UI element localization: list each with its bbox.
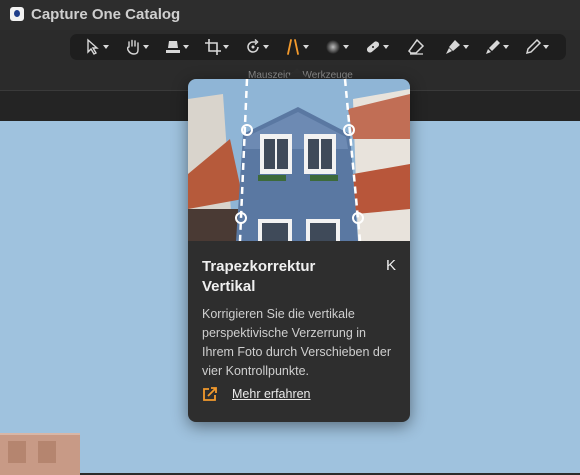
chevron-down-icon [302, 45, 309, 49]
cursor-tools-toolbar [70, 34, 566, 60]
crop-icon [204, 39, 221, 55]
external-link-icon [203, 387, 217, 401]
eraser-icon [408, 38, 425, 55]
rotate-tool-button[interactable] [236, 36, 276, 58]
spot-icon [325, 40, 340, 54]
healing-brush-icon [366, 41, 379, 53]
eraser-tool-button[interactable] [396, 36, 436, 58]
tool-tooltip: Trapezkorrektur Vertikal K Korrigieren S… [188, 79, 410, 422]
spot-tool-button[interactable] [316, 36, 356, 58]
chevron-down-icon [102, 45, 109, 49]
draw-mask-icon [485, 40, 500, 54]
tooltip-shortcut: K [385, 257, 396, 274]
clone-tool-button[interactable] [436, 36, 476, 58]
chevron-down-icon [222, 45, 229, 49]
tooltip-title: Trapezkorrektur Vertikal [202, 258, 316, 295]
keystone-icon [286, 39, 299, 55]
clone-brush-icon [445, 40, 460, 54]
chevron-down-icon [262, 45, 269, 49]
select-tool-button[interactable] [76, 36, 116, 58]
chevron-down-icon [142, 45, 149, 49]
pan-tool-button[interactable] [116, 36, 156, 58]
photo-building-corner [0, 433, 80, 475]
window-title: Capture One Catalog [31, 6, 181, 23]
chevron-down-icon [542, 45, 549, 49]
tooltip-description: Korrigieren Sie die vertikale perspektiv… [202, 307, 391, 378]
learn-more-row[interactable]: Mehr erfahren [202, 386, 311, 402]
chevron-down-icon [502, 45, 509, 49]
title-bar: Capture One Catalog [0, 0, 580, 30]
chevron-down-icon [182, 45, 189, 49]
chevron-down-icon [342, 45, 349, 49]
straighten-tool-button[interactable] [156, 36, 196, 58]
keystone-tool-button[interactable] [276, 36, 316, 58]
app-icon [10, 7, 24, 21]
learn-more-link[interactable]: Mehr erfahren [232, 387, 311, 401]
draw-mask-tool-button[interactable] [476, 36, 516, 58]
rotate-icon [246, 38, 259, 53]
healing-tool-button[interactable] [356, 36, 396, 58]
chevron-down-icon [382, 45, 389, 49]
color-picker-icon [525, 38, 541, 55]
crop-tool-button[interactable] [196, 36, 236, 58]
color-picker-tool-button[interactable] [516, 36, 556, 58]
keystone-example-image [188, 79, 410, 241]
straighten-icon [165, 41, 180, 53]
pan-hand-icon [126, 39, 139, 55]
chevron-down-icon [462, 45, 469, 49]
select-arrow-icon [86, 38, 99, 55]
